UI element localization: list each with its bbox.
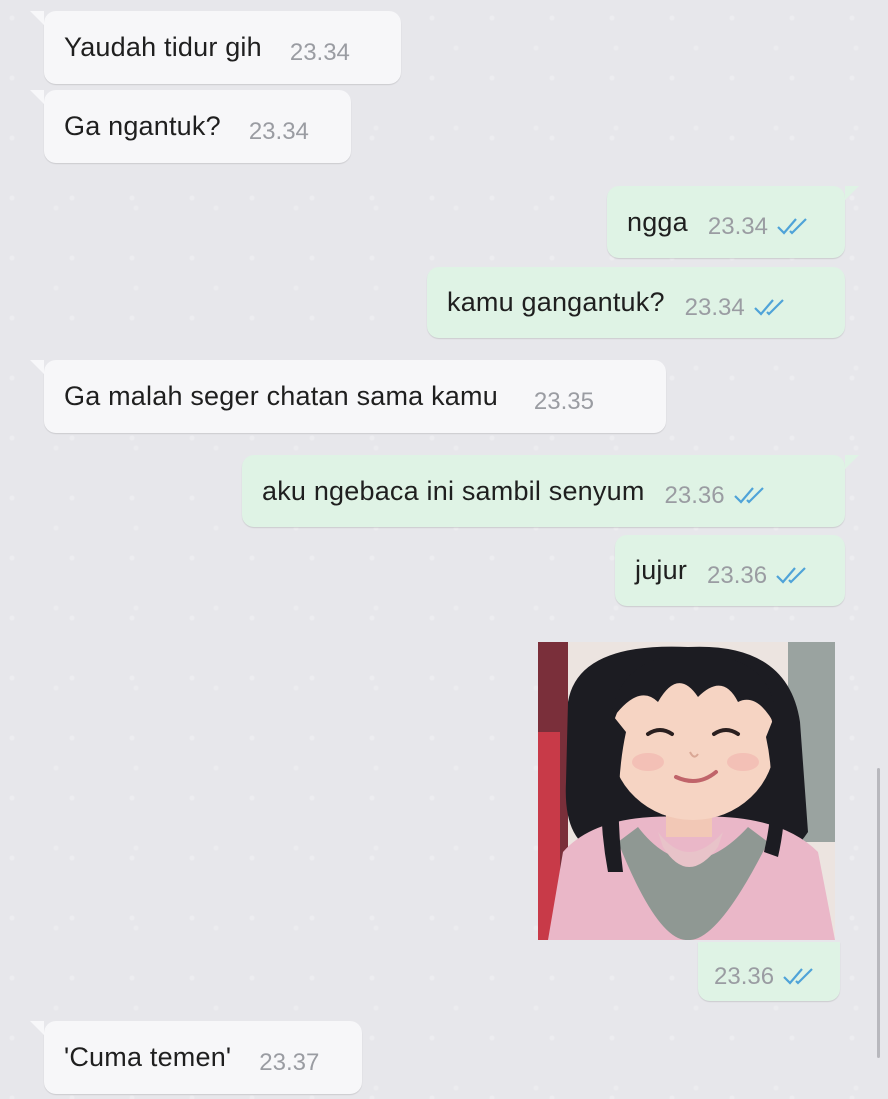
message-text: ngga — [627, 206, 688, 237]
message-text: Yaudah tidur gih — [64, 32, 262, 62]
message-bubble-outgoing[interactable]: ngga 23.34 — [607, 186, 859, 258]
image-caption-bubble: 23.36 — [698, 942, 840, 1001]
message-time: 23.34 — [289, 38, 350, 66]
message-bubble-incoming[interactable]: Ga malah seger chatan sama kamu 23.35 — [30, 360, 666, 433]
double-check-icon — [753, 297, 789, 317]
message-text: Ga malah seger chatan sama kamu — [64, 381, 498, 411]
message-bubble-incoming[interactable]: 'Cuma temen' 23.37 — [30, 1021, 362, 1094]
message-text: Ga ngantuk? — [64, 111, 221, 141]
double-check-icon — [775, 565, 811, 585]
message-bubble-outgoing[interactable]: kamu gangantuk? 23.34 — [427, 267, 845, 338]
message-bubble-outgoing[interactable]: jujur 23.36 — [615, 535, 845, 606]
message-time: 23.36 — [664, 482, 725, 509]
message-bubble-outgoing[interactable]: aku ngebaca ini sambil senyum 23.36 — [242, 455, 859, 527]
message-time: 23.34 — [684, 293, 745, 321]
message-text: kamu gangantuk? — [447, 287, 665, 317]
double-check-icon — [782, 966, 818, 986]
double-check-icon — [776, 216, 812, 236]
message-time: 23.34 — [248, 117, 309, 145]
message-text: jujur — [635, 555, 688, 585]
message-bubble-incoming[interactable]: Yaudah tidur gih 23.34 — [30, 11, 401, 84]
message-text: 'Cuma temen' — [64, 1042, 232, 1072]
message-time: 23.37 — [259, 1048, 320, 1076]
message-text: aku ngebaca ini sambil senyum — [262, 475, 645, 506]
scrollbar[interactable] — [877, 768, 880, 1058]
message-time: 23.35 — [533, 387, 594, 415]
smiling-girl-photo — [538, 642, 835, 940]
message-bubble-incoming[interactable]: Ga ngantuk? 23.34 — [30, 90, 351, 163]
double-check-icon — [733, 485, 769, 505]
image-message-photo[interactable] — [538, 642, 835, 940]
message-time: 23.36 — [707, 561, 768, 589]
message-time: 23.36 — [714, 962, 775, 990]
chat-background: Yaudah tidur gih 23.34 Ga ngantuk? 23.34… — [0, 0, 888, 1099]
message-time: 23.34 — [707, 213, 768, 240]
